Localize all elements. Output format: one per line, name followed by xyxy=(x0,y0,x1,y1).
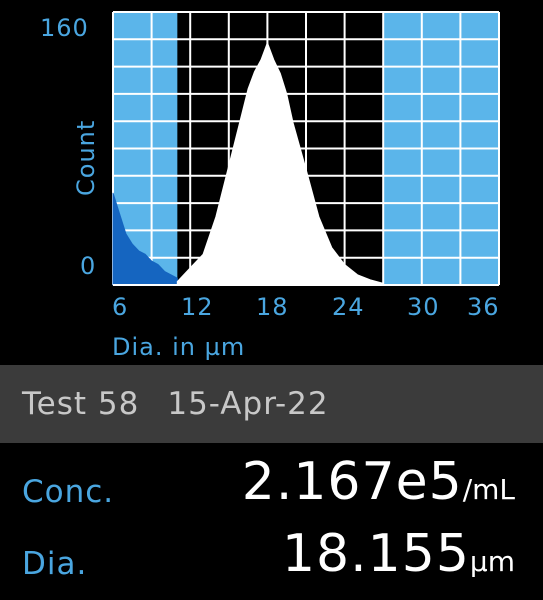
test-date: 15-Apr-22 xyxy=(167,386,329,422)
diameter-unit: µm xyxy=(469,545,515,578)
x-tick-36: 36 xyxy=(467,293,500,321)
x-tick-6: 6 xyxy=(112,293,129,321)
x-axis-label: Dia. in µm xyxy=(112,333,246,361)
size-histogram: Count 160 0 6 12 18 24 30 36 Dia. in µm xyxy=(0,0,543,365)
concentration-value: 2.167e5 xyxy=(241,452,463,512)
y-tick-min: 0 xyxy=(80,252,97,280)
y-axis-label: Count xyxy=(72,119,100,196)
x-tick-24: 24 xyxy=(332,293,365,321)
y-tick-max: 160 xyxy=(40,14,89,42)
concentration-value-group: 2.167e5/mL xyxy=(242,452,515,512)
x-tick-18: 18 xyxy=(256,293,289,321)
x-tick-12: 12 xyxy=(181,293,214,321)
concentration-readout: Conc. 2.167e5/mL xyxy=(0,450,543,520)
x-tick-30: 30 xyxy=(407,293,440,321)
counter-screen: Count 160 0 6 12 18 24 30 36 Dia. in µm … xyxy=(0,0,543,600)
diameter-readout: Dia. 18.155µm xyxy=(0,522,543,592)
diameter-value-group: 18.155µm xyxy=(282,524,515,584)
concentration-label: Conc. xyxy=(22,474,115,510)
test-number: Test 58 xyxy=(22,386,140,422)
diameter-label: Dia. xyxy=(22,546,88,582)
diameter-value: 18.155 xyxy=(281,524,470,584)
test-info-bar: Test 58 15-Apr-22 xyxy=(0,365,543,443)
concentration-unit: /mL xyxy=(462,473,515,506)
